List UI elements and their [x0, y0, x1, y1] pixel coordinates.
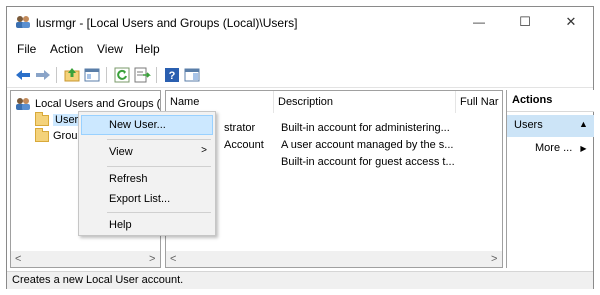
minimize-button[interactable]: — [456, 7, 502, 37]
column-header-name-label: Name [170, 96, 200, 108]
minimize-icon: — [473, 15, 485, 29]
collapse-up-icon[interactable]: ▲ [579, 119, 588, 129]
toolbar-separator [156, 67, 157, 83]
actions-group-users[interactable]: Users ▲ [507, 115, 594, 137]
help-icon[interactable]: ? [163, 66, 181, 84]
users-groups-icon [16, 98, 30, 110]
column-header-name[interactable]: Name [166, 91, 274, 113]
context-menu: New User... View > Refresh Export List..… [78, 111, 216, 236]
scroll-right-icon[interactable]: > [491, 253, 497, 265]
row-1-name[interactable]: strator [224, 122, 255, 134]
svg-text:?: ? [169, 70, 176, 82]
submenu-arrow-icon: ▶ [580, 144, 587, 153]
back-arrow-icon[interactable] [14, 66, 32, 84]
status-bar: Creates a new Local User account. [7, 271, 593, 289]
column-header-description[interactable]: Description [274, 91, 456, 113]
refresh-icon[interactable] [113, 66, 131, 84]
folder-icon [35, 111, 49, 126]
maximize-button[interactable]: ☐ [502, 7, 548, 37]
context-menu-refresh[interactable]: Refresh [81, 169, 213, 189]
up-folder-icon[interactable] [63, 66, 81, 84]
row-2-name[interactable]: Account [224, 139, 264, 151]
row-2-description: A user account managed by the s... [281, 139, 454, 151]
toolbar-separator [106, 67, 107, 83]
actions-header: Actions [507, 90, 594, 112]
scroll-left-icon[interactable]: < [170, 253, 176, 265]
submenu-arrow-icon: > [201, 145, 207, 156]
tree-item-groups[interactable]: Group [35, 127, 84, 144]
context-menu-view[interactable]: View > [81, 142, 213, 162]
toolbar-separator [56, 67, 57, 83]
folder-icon [35, 127, 49, 142]
context-menu-help-label: Help [109, 219, 132, 231]
column-header-fullname[interactable]: Full Nar [456, 91, 502, 113]
show-hide-action-pane-icon[interactable] [183, 66, 201, 84]
context-menu-new-user-label: New User... [109, 119, 166, 131]
users-app-icon [16, 16, 30, 28]
title-bar: lusrmgr - [Local Users and Groups (Local… [7, 7, 593, 37]
context-menu-new-user[interactable]: New User... [81, 115, 213, 135]
close-icon: ✕ [565, 14, 577, 29]
export-list-icon[interactable] [133, 66, 151, 84]
scroll-left-icon[interactable]: < [15, 253, 21, 265]
toolbar: ? [7, 62, 593, 88]
tree-horizontal-scrollbar[interactable]: < > [11, 251, 160, 267]
context-menu-export-list[interactable]: Export List... [81, 189, 213, 209]
context-menu-view-label: View [109, 146, 133, 158]
actions-more-item[interactable]: More ... ▶ [535, 142, 587, 154]
actions-group-label: Users [514, 119, 543, 131]
menu-action[interactable]: Action [50, 42, 83, 56]
show-hide-tree-icon[interactable] [83, 66, 101, 84]
menu-help[interactable]: Help [135, 42, 160, 56]
menu-bar: File Action View Help [7, 39, 593, 59]
close-button[interactable]: ✕ [548, 7, 594, 37]
context-menu-separator [107, 166, 211, 167]
context-menu-help[interactable]: Help [81, 215, 213, 235]
tree-item-root-label: Local Users and Groups ( [35, 98, 161, 110]
menu-view[interactable]: View [97, 42, 123, 56]
tree-item-root[interactable]: Local Users and Groups ( [15, 96, 160, 112]
window-title: lusrmgr - [Local Users and Groups (Local… [36, 16, 298, 30]
context-menu-separator [107, 139, 211, 140]
actions-pane: Actions Users ▲ More ... ▶ [506, 90, 594, 268]
row-1-description: Built-in account for administering... [281, 122, 450, 134]
context-menu-export-list-label: Export List... [109, 193, 171, 205]
maximize-icon: ☐ [519, 14, 531, 29]
column-header-fullname-label: Full Nar [460, 96, 499, 108]
list-horizontal-scrollbar[interactable]: < > [166, 251, 502, 267]
row-3-description: Built-in account for guest access t... [281, 156, 455, 168]
context-menu-refresh-label: Refresh [109, 173, 148, 185]
menu-file[interactable]: File [17, 42, 36, 56]
status-text: Creates a new Local User account. [12, 274, 184, 286]
column-header-description-label: Description [278, 96, 334, 108]
actions-more-label: More ... [535, 142, 573, 154]
scroll-right-icon[interactable]: > [149, 253, 155, 265]
context-menu-separator [107, 212, 211, 213]
forward-arrow-icon[interactable] [34, 66, 52, 84]
